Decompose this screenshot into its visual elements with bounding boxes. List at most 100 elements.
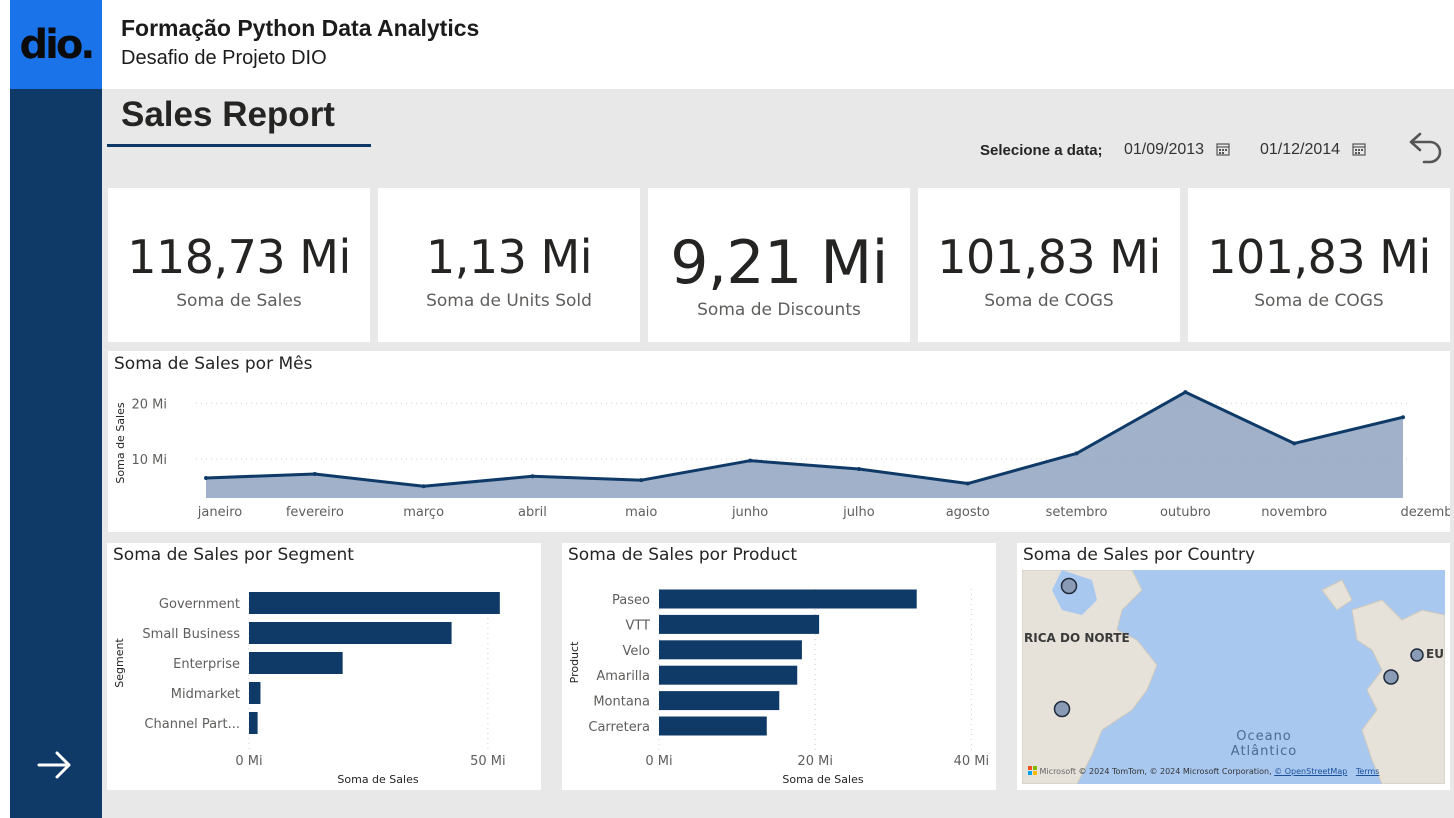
bar — [659, 614, 820, 634]
y-tick-label: Enterprise — [173, 657, 240, 672]
arrow-right-icon[interactable] — [30, 745, 80, 791]
map-label-europe: EU — [1426, 647, 1444, 661]
x-tick-label: abril — [518, 505, 547, 520]
kpi-value: 101,83 Mi — [1207, 230, 1431, 284]
data-point — [1074, 451, 1079, 456]
bar — [249, 592, 500, 614]
header-subtitle: Desafio de Projeto DIO — [121, 47, 327, 69]
kpi-label: Soma de COGS — [1254, 291, 1384, 311]
product-sales-chart[interactable]: Soma de Sales por Product 0 Mi 20 Mi 40 Mi… — [562, 543, 996, 790]
calendar-icon[interactable] — [1352, 142, 1366, 159]
data-point — [530, 474, 535, 479]
x-tick-label: 0 Mi — [235, 754, 262, 769]
kpi-label: Soma de Discounts — [697, 300, 861, 320]
ocean-line-1: Oceano — [1236, 729, 1292, 744]
report-title: Sales Report — [121, 95, 335, 134]
data-point — [421, 484, 426, 489]
x-tick-label: maio — [625, 505, 657, 520]
y-tick-label: 20 Mi — [131, 397, 167, 412]
kpi-card-cogs-2[interactable]: 101,83 Mi Soma de COGS — [1188, 188, 1450, 342]
logo-text: dio. — [19, 21, 95, 68]
x-tick-label: agosto — [946, 505, 990, 520]
x-tick-label: março — [403, 505, 444, 520]
map-label-ocean: Oceano Atlântico — [1214, 729, 1314, 759]
map-attribution: Microsoft © 2024 TomTom, © 2024 Microsof… — [1028, 766, 1379, 776]
bar — [249, 622, 452, 644]
start-date-input[interactable]: 01/09/2013 — [1116, 131, 1238, 169]
data-point — [1183, 390, 1188, 395]
kpi-label: Soma de COGS — [984, 291, 1114, 311]
osm-link[interactable]: © OpenStreetMap — [1274, 767, 1347, 776]
map-title: Soma de Sales por Country — [1023, 545, 1255, 565]
ocean-line-2: Atlântico — [1230, 744, 1298, 759]
y-axis-title: Soma de Sales — [114, 402, 127, 483]
x-tick-label: 40 Mi — [954, 754, 990, 769]
y-tick-label: 10 Mi — [131, 453, 167, 468]
start-date-value: 01/09/2013 — [1124, 141, 1205, 158]
x-tick-label: fevereiro — [286, 505, 344, 520]
x-tick-label: dezembro — [1401, 505, 1451, 520]
bar — [249, 712, 258, 734]
kpi-card-cogs[interactable]: 101,83 Mi Soma de COGS — [918, 188, 1180, 342]
data-point — [312, 472, 317, 477]
y-tick-label: Velo — [623, 644, 650, 659]
date-filter-label: Selecione a data; — [980, 142, 1103, 159]
map-label-north-america: RICA DO NORTE — [1024, 631, 1130, 645]
area-chart-svg: 10 Mi 20 Mi Soma de Sales janeiro fevereiro m… — [114, 390, 1451, 520]
x-tick-label: 20 Mi — [797, 754, 833, 769]
map-point[interactable] — [1410, 648, 1424, 662]
dio-logo: dio. — [10, 0, 102, 89]
bar — [249, 652, 343, 674]
y-tick-label: Carretera — [588, 720, 650, 735]
y-tick-label: VTT — [625, 618, 650, 633]
bar — [659, 716, 767, 736]
y-axis-title: Product — [568, 641, 581, 683]
country-map[interactable]: RICA DO NORTE EU Oceano Atlântico Micros… — [1022, 570, 1445, 784]
end-date-input[interactable]: 01/12/2014 — [1252, 131, 1374, 169]
y-tick-label: Midmarket — [171, 687, 240, 702]
bar — [659, 589, 917, 609]
attribution-text: © 2024 TomTom, © 2024 Microsoft Corporat… — [1078, 767, 1275, 776]
map-point[interactable] — [1053, 700, 1071, 718]
product-bar-svg: 0 Mi 20 Mi 40 Mi Paseo VTT Velo Amarilla Montan… — [568, 589, 990, 786]
header-bar — [102, 0, 1454, 89]
monthly-sales-chart[interactable]: Soma de Sales por Mês 10 Mi 20 Mi Soma de … — [108, 351, 1450, 532]
header-title: Formação Python Data Analytics — [121, 15, 480, 41]
kpi-value: 101,83 Mi — [937, 230, 1161, 284]
kpi-card-units-sold[interactable]: 1,13 Mi Soma de Units Sold — [378, 188, 640, 342]
data-point — [748, 458, 753, 463]
bar — [659, 665, 798, 685]
kpi-value: 9,21 Mi — [670, 228, 888, 298]
map-point[interactable] — [1060, 577, 1078, 595]
terms-link[interactable]: Terms — [1356, 767, 1380, 776]
y-tick-label: Government — [159, 597, 240, 612]
y-axis-title: Segment — [113, 638, 126, 688]
x-tick-label: janeiro — [197, 505, 242, 520]
kpi-card-sales[interactable]: 118,73 Mi Soma de Sales — [108, 188, 370, 342]
data-point — [965, 481, 970, 486]
segment-bar-svg: 0 Mi 50 Mi Government Small Business Enterpr… — [113, 592, 506, 786]
kpi-card-discounts[interactable]: 9,21 Mi Soma de Discounts — [648, 188, 910, 342]
calendar-icon[interactable] — [1216, 142, 1230, 159]
kpi-label: Soma de Units Sold — [426, 291, 592, 311]
x-tick-label: julho — [842, 505, 875, 520]
y-tick-label: Amarilla — [596, 669, 650, 684]
segment-sales-chart[interactable]: Soma de Sales por Segment 0 Mi 50 Mi Gover… — [107, 543, 541, 790]
y-tick-label: Small Business — [142, 627, 240, 642]
x-tick-label: novembro — [1261, 505, 1327, 520]
x-tick-label: 0 Mi — [645, 754, 672, 769]
x-tick-label: junho — [731, 505, 768, 520]
x-tick-label: outubro — [1160, 505, 1211, 520]
data-point — [1401, 415, 1405, 420]
y-tick-label: Channel Part... — [144, 717, 240, 732]
bar — [659, 640, 802, 660]
data-point — [639, 478, 644, 483]
x-axis-title: Soma de Sales — [337, 773, 418, 786]
left-rail — [10, 0, 102, 818]
kpi-value: 118,73 Mi — [127, 230, 351, 284]
undo-arrow-icon[interactable] — [1406, 128, 1446, 168]
kpi-label: Soma de Sales — [176, 291, 302, 311]
map-point[interactable] — [1383, 669, 1399, 685]
microsoft-logo-icon — [1028, 766, 1037, 775]
bar — [659, 691, 780, 711]
